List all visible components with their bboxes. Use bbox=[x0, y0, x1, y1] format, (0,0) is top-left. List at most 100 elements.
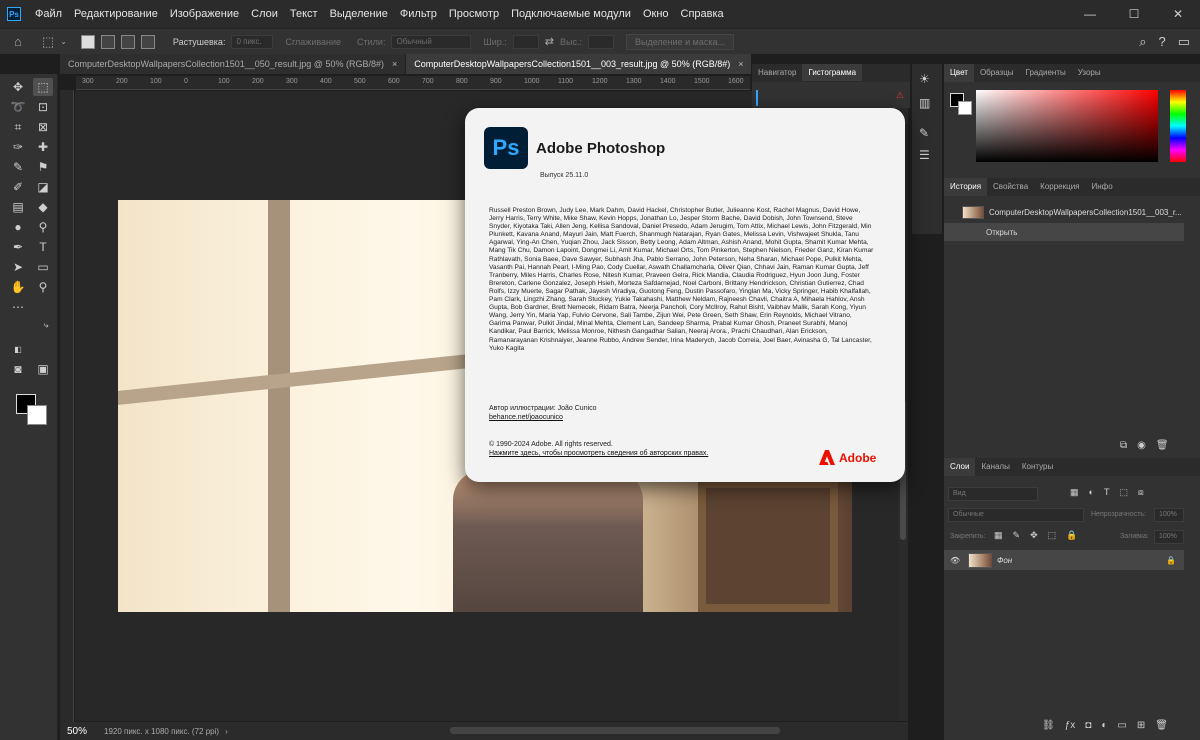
eraser-tool-icon[interactable]: ◪ bbox=[33, 178, 53, 196]
brush-tool-icon[interactable]: ✎ bbox=[8, 158, 28, 176]
horizontal-ruler[interactable]: 300 200 100 0 100 200 300 400 500 600 700 800 900 100… bbox=[76, 76, 750, 90]
learn-icon[interactable]: ? bbox=[1158, 34, 1165, 50]
filter-smart-icon[interactable]: ⧈ bbox=[1138, 487, 1144, 498]
opacity-input[interactable]: 100% bbox=[1154, 508, 1184, 522]
blur-tool-icon[interactable]: ◆ bbox=[33, 198, 53, 216]
gradient-tool-icon[interactable]: ▤ bbox=[8, 198, 28, 216]
search-icon[interactable]: ⌕ bbox=[1139, 34, 1146, 50]
dodge-tool-icon[interactable]: ● bbox=[8, 218, 28, 236]
lock-position-icon[interactable]: ✥ bbox=[1030, 530, 1038, 541]
more-tools-icon[interactable]: ⋯ bbox=[8, 298, 28, 316]
warning-icon[interactable]: ⚠ bbox=[896, 90, 904, 101]
width-input[interactable] bbox=[512, 34, 539, 49]
tab-patterns[interactable]: Узоры bbox=[1072, 64, 1107, 82]
delete-layer-icon[interactable]: 🗑 bbox=[1155, 720, 1168, 731]
new-layer-icon[interactable]: ⊞ bbox=[1137, 720, 1145, 731]
background-color-swatch[interactable] bbox=[27, 405, 47, 425]
feather-input[interactable]: 0 пикс. bbox=[231, 34, 274, 49]
menu-plugins[interactable]: Подключаемые модули bbox=[505, 0, 637, 28]
lock-artboard-icon[interactable]: ⬚ bbox=[1048, 530, 1057, 541]
trash-icon[interactable]: 🗑 bbox=[1156, 440, 1169, 451]
photoshop-app-icon[interactable]: Ps bbox=[7, 7, 21, 21]
menu-select[interactable]: Выделение bbox=[324, 0, 394, 28]
intersect-selection-icon[interactable] bbox=[140, 34, 155, 49]
swap-colors-icon[interactable]: ⤷ bbox=[36, 316, 56, 334]
tab-gradients[interactable]: Градиенты bbox=[1020, 64, 1072, 82]
history-item-open[interactable]: Открыть bbox=[944, 223, 1184, 241]
zoom-level[interactable]: 50% bbox=[60, 726, 94, 737]
snapshot-camera-icon[interactable]: ◉ bbox=[1137, 440, 1146, 451]
group-folder-icon[interactable]: ▭ bbox=[1117, 720, 1126, 731]
tab-adjustments[interactable]: Коррекция bbox=[1034, 178, 1085, 196]
quick-mask-icon[interactable]: ◙ bbox=[8, 360, 28, 378]
tab-layers[interactable]: Слои bbox=[944, 458, 976, 476]
layer-style-icon[interactable]: ƒx bbox=[1065, 720, 1076, 731]
antialias-checkbox[interactable]: Сглаживание bbox=[285, 37, 341, 47]
rectangle-tool-icon[interactable]: ▭ bbox=[33, 258, 53, 276]
horizontal-scroll-thumb[interactable] bbox=[450, 727, 780, 734]
add-mask-icon[interactable]: ◘ bbox=[1085, 720, 1091, 731]
doc-tab-050[interactable]: ComputerDesktopWallpapersCollection1501_… bbox=[60, 54, 407, 74]
layer-name[interactable]: Фон bbox=[997, 556, 1012, 565]
menu-edit[interactable]: Редактирование bbox=[68, 0, 164, 28]
layer-lock-icon[interactable]: 🔒 bbox=[1166, 556, 1176, 565]
vertical-ruler[interactable] bbox=[60, 90, 74, 722]
subtract-selection-icon[interactable] bbox=[120, 34, 135, 49]
filter-shape-icon[interactable]: ⬚ bbox=[1119, 487, 1128, 498]
height-input[interactable] bbox=[587, 34, 614, 49]
tab-properties[interactable]: Свойства bbox=[987, 178, 1034, 196]
adjustment-layer-icon[interactable]: ◐ bbox=[1101, 720, 1107, 731]
layer-row[interactable]: 👁 Фон 🔒 bbox=[944, 550, 1184, 570]
lock-transparent-icon[interactable]: ▦ bbox=[994, 530, 1003, 541]
close-icon[interactable]: × bbox=[392, 59, 397, 69]
libraries-icon[interactable]: ▥ bbox=[919, 96, 930, 110]
marquee-preset-icon[interactable]: ⬚ bbox=[42, 34, 54, 50]
filter-adjustment-icon[interactable]: ◐ bbox=[1089, 487, 1094, 498]
about-dialog[interactable]: Ps Adobe Photoshop Выпуск 25.11.0 Russel… bbox=[465, 108, 905, 482]
fill-input[interactable]: 100% bbox=[1154, 530, 1184, 544]
healing-tool-icon[interactable]: ✚ bbox=[33, 138, 53, 156]
copyright-link[interactable]: Нажмите здесь, чтобы просмотреть сведени… bbox=[489, 450, 708, 457]
menu-filter[interactable]: Фильтр bbox=[394, 0, 443, 28]
properties-sliders-icon[interactable]: ☰ bbox=[919, 148, 930, 162]
menu-image[interactable]: Изображение bbox=[164, 0, 245, 28]
visibility-eye-icon[interactable]: 👁 bbox=[950, 556, 964, 565]
lock-paint-icon[interactable]: ✎ bbox=[1013, 530, 1021, 541]
brush-settings-icon[interactable]: ✎ bbox=[919, 126, 929, 140]
new-selection-icon[interactable] bbox=[80, 34, 95, 49]
stamp-tool-icon[interactable]: ⚑ bbox=[33, 158, 53, 176]
menu-help[interactable]: Справка bbox=[675, 0, 730, 28]
minimize-button[interactable]: — bbox=[1068, 0, 1112, 28]
tab-info[interactable]: Инфо bbox=[1086, 178, 1119, 196]
workspace-icon[interactable]: ▭ bbox=[1178, 34, 1190, 50]
filter-type-icon[interactable]: T bbox=[1104, 487, 1110, 498]
pen-tool-icon[interactable]: ✒ bbox=[8, 238, 28, 256]
menu-layers[interactable]: Слои bbox=[245, 0, 284, 28]
select-and-mask-button[interactable]: Выделение и маска... bbox=[625, 33, 735, 50]
adjustments-icon[interactable]: ☀ bbox=[919, 72, 930, 86]
doc-tab-003[interactable]: ComputerDesktopWallpapersCollection1501_… bbox=[406, 54, 753, 74]
menu-type[interactable]: Текст bbox=[284, 0, 324, 28]
rect-marquee-tool-icon[interactable]: ⬚ bbox=[33, 78, 53, 96]
color-picker-field[interactable] bbox=[976, 90, 1158, 162]
add-selection-icon[interactable] bbox=[100, 34, 115, 49]
menu-file[interactable]: Файл bbox=[29, 0, 68, 28]
chevron-down-icon[interactable]: ⌄ bbox=[60, 37, 67, 46]
tab-history[interactable]: История bbox=[944, 178, 988, 196]
crop-tool-icon[interactable]: ⌗ bbox=[8, 118, 28, 136]
blend-mode-select[interactable]: Обычные bbox=[948, 508, 1084, 522]
color-panel-background[interactable] bbox=[958, 101, 972, 115]
lasso-tool-icon[interactable]: ➰ bbox=[8, 98, 28, 116]
artist-link[interactable]: behance.net/joaocunico bbox=[489, 414, 563, 421]
status-arrow-icon[interactable]: › bbox=[225, 727, 228, 736]
tab-navigator[interactable]: Навигатор bbox=[752, 64, 802, 81]
move-tool-icon[interactable]: ✥ bbox=[8, 78, 28, 96]
zoom-tool-icon[interactable]: ⚲ bbox=[33, 278, 53, 296]
style-select[interactable]: Обычный bbox=[391, 34, 472, 49]
filter-pixel-icon[interactable]: ▦ bbox=[1070, 487, 1079, 498]
default-colors-icon[interactable]: ◧ bbox=[8, 340, 28, 358]
tab-color[interactable]: Цвет bbox=[944, 64, 974, 82]
history-snapshot[interactable]: ComputerDesktopWallpapersCollection1501_… bbox=[944, 203, 1184, 221]
type-tool-icon[interactable]: T bbox=[33, 238, 53, 256]
close-window-button[interactable]: ✕ bbox=[1156, 0, 1200, 28]
